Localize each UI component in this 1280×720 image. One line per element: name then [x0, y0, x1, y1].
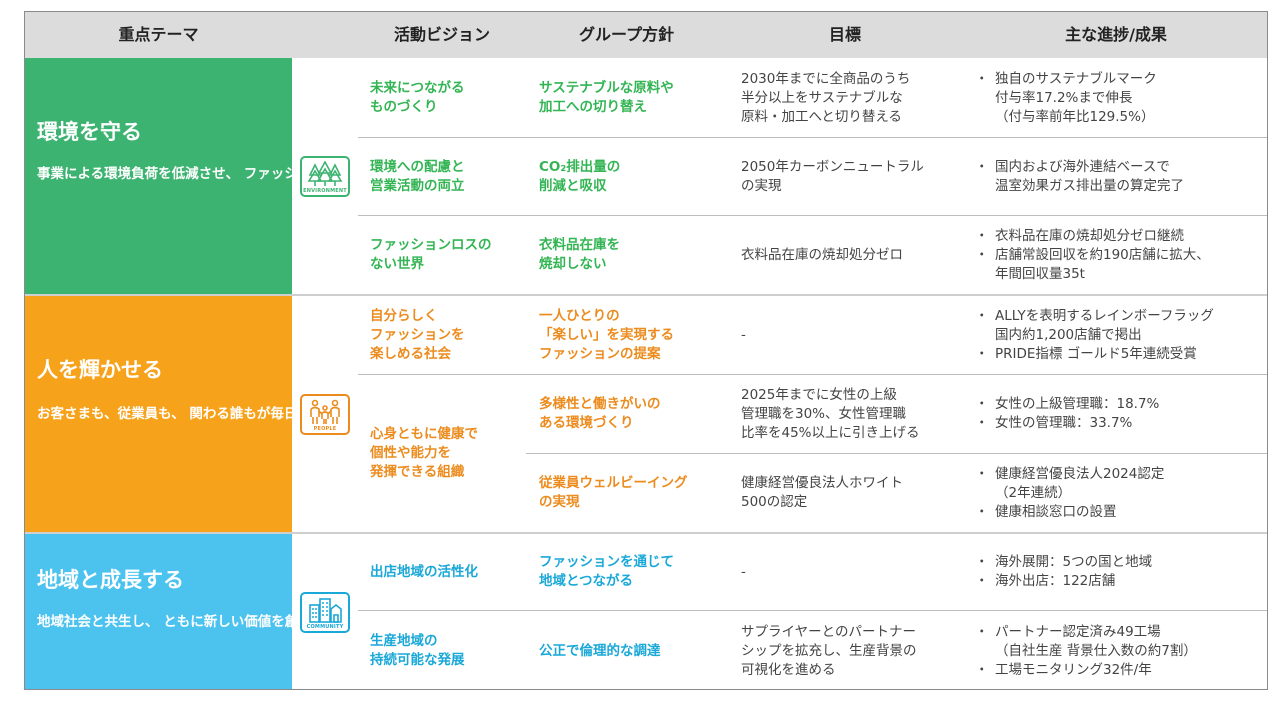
icon-label: PEOPLE [313, 425, 337, 432]
goal-cell: - [741, 563, 746, 580]
people-icon-cell: PEOPLE [292, 296, 358, 532]
goal-cell: 2050年カーボンニュートラル の実現 [741, 159, 924, 194]
environment-icon-cell: ENVIRONMENT [292, 58, 358, 294]
icon-label: COMMUNITY [306, 624, 344, 630]
vision-cell: 環境への配慮と 営業活動の両立 [370, 159, 465, 194]
vision-cell: 出店地域の活性化 [370, 563, 478, 580]
table-header: 重点テーマ 活動ビジョン グループ方針 目標 主な進捗/成果 [25, 12, 1267, 58]
header-goal: 目標 [828, 25, 861, 44]
vision-cell: ファッションロスの ない世界 [370, 237, 492, 272]
people-icon: PEOPLE [300, 393, 350, 435]
icon-label: ENVIRONMENT [303, 187, 347, 194]
progress-item: 店舗常設回収を約190店舗に拡大、 年間回収量35t [975, 246, 1210, 284]
progress-item: ALLYを表明するレインボーフラッグ 国内約1,200店舗で掲出 [975, 307, 1214, 345]
progress-item: 女性の上級管理職：18.7% [975, 395, 1159, 414]
progress-cell: ALLYを表明するレインボーフラッグ 国内約1,200店舗で掲出 PRIDE指標… [975, 296, 1267, 374]
policy-cell: 従業員ウェルビーイング の実現 [539, 475, 688, 510]
progress-item: 工場モニタリング32件/年 [975, 661, 1197, 680]
policy-cell: ファッションを通じて 地域とつながる [539, 554, 674, 589]
progress-item: 女性の管理職：33.7% [975, 414, 1159, 433]
progress-item: 海外出店：122店舗 [975, 572, 1152, 591]
progress-cell: 女性の上級管理職：18.7% 女性の管理職：33.7% [975, 375, 1267, 453]
goal-cell: サプライヤーとのパートナー シップを拡充し、生産背景の 可視化を進める [741, 623, 917, 678]
policy-cell: CO₂排出量の 削減と吸収 [539, 159, 621, 194]
policy-cell: 一人ひとりの 「楽しい」を実現する ファッションの提案 [539, 307, 674, 362]
trees-icon: ENVIRONMENT [300, 155, 350, 197]
progress-cell: 海外展開：5つの国と地域 海外出店：122店舗 [975, 534, 1267, 610]
sustainability-table: 重点テーマ 活動ビジョン グループ方針 目標 主な進捗/成果 環境を守る 事業に… [24, 11, 1268, 690]
vision-cell: 未来につながる ものづくり [370, 80, 465, 115]
vision-cell: 生産地域の 持続可能な発展 [370, 633, 465, 668]
goal-cell: 2025年までに女性の上級 管理職を30%、女性管理職 比率を45%以上に引き上… [741, 386, 920, 441]
policy-cell: 衣料品在庫を 焼却しない [539, 237, 620, 272]
progress-item: 健康相談窓口の設置 [975, 503, 1164, 522]
theme-environment: 環境を守る 事業による環境負荷を低減させ、 ファッションの世界を サステナブルに… [25, 58, 530, 294]
theme-title: 環境を守る [37, 120, 142, 144]
vision-cell: 自分らしく ファッションを 楽しめる社会 [370, 307, 465, 362]
goal-cell: - [741, 326, 746, 343]
progress-item: 海外展開：5つの国と地域 [975, 553, 1152, 572]
goal-cell: 衣料品在庫の焼却処分ゼロ [741, 246, 903, 263]
progress-item: 衣料品在庫の焼却処分ゼロ継続 [975, 227, 1210, 246]
header-theme: 重点テーマ [118, 25, 199, 44]
buildings-icon: COMMUNITY [300, 592, 350, 633]
progress-item: PRIDE指標 ゴールド5年連続受賞 [975, 345, 1214, 364]
vision-cell: 心身ともに健康で 個性や能力を 発揮できる組織 [370, 426, 478, 480]
theme-people: 人を輝かせる お客さまも、従業員も、 関わる誰もが毎日ワクワク できる環境をつく… [25, 296, 516, 532]
theme-title: 地域と成長する [37, 568, 184, 592]
policy-cell: 公正で倫理的な調達 [539, 642, 661, 659]
goal-cell: 健康経営優良法人ホワイト 500の認定 [741, 475, 903, 510]
progress-item: 独自のサステナブルマーク 付与率17.2%まで伸長 （付与率前年比129.5%） [975, 70, 1157, 127]
progress-item: パートナー認定済み49工場 （自社生産 背景仕入数の約7割） [975, 623, 1197, 661]
progress-cell: 独自のサステナブルマーク 付与率17.2%まで伸長 （付与率前年比129.5%） [975, 58, 1267, 138]
community-icon-cell: COMMUNITY [292, 534, 358, 689]
theme-community: 地域と成長する 地域社会と共生し、 ともに新しい価値を創ります。 [25, 534, 351, 689]
progress-cell: 衣料品在庫の焼却処分ゼロ継続 店舗常設回収を約190店舗に拡大、 年間回収量35… [975, 216, 1267, 294]
progress-item: 健康経営優良法人2024認定 （2年連続） [975, 465, 1164, 503]
policy-cell: サステナブルな原料や 加工への切り替え [539, 80, 674, 115]
header-policy: グループ方針 [578, 25, 675, 44]
progress-item: 国内および海外連結ベースで 温室効果ガス排出量の算定完了 [975, 158, 1184, 196]
header-vision: 活動ビジョン [393, 25, 490, 44]
progress-cell: パートナー認定済み49工場 （自社生産 背景仕入数の約7割） 工場モニタリング3… [975, 611, 1267, 689]
theme-title: 人を輝かせる [37, 358, 163, 382]
goal-cell: 2030年までに全商品のうち 半分以上をサステナブルな 原料・加工へと切り替える [741, 70, 911, 125]
policy-cell: 多様性と働きがいの ある環境づくり [539, 396, 661, 431]
progress-cell: 健康経営優良法人2024認定 （2年連続） 健康相談窓口の設置 [975, 454, 1267, 532]
header-progress: 主な進捗/成果 [1065, 25, 1167, 44]
progress-cell: 国内および海外連結ベースで 温室効果ガス排出量の算定完了 [975, 138, 1267, 216]
